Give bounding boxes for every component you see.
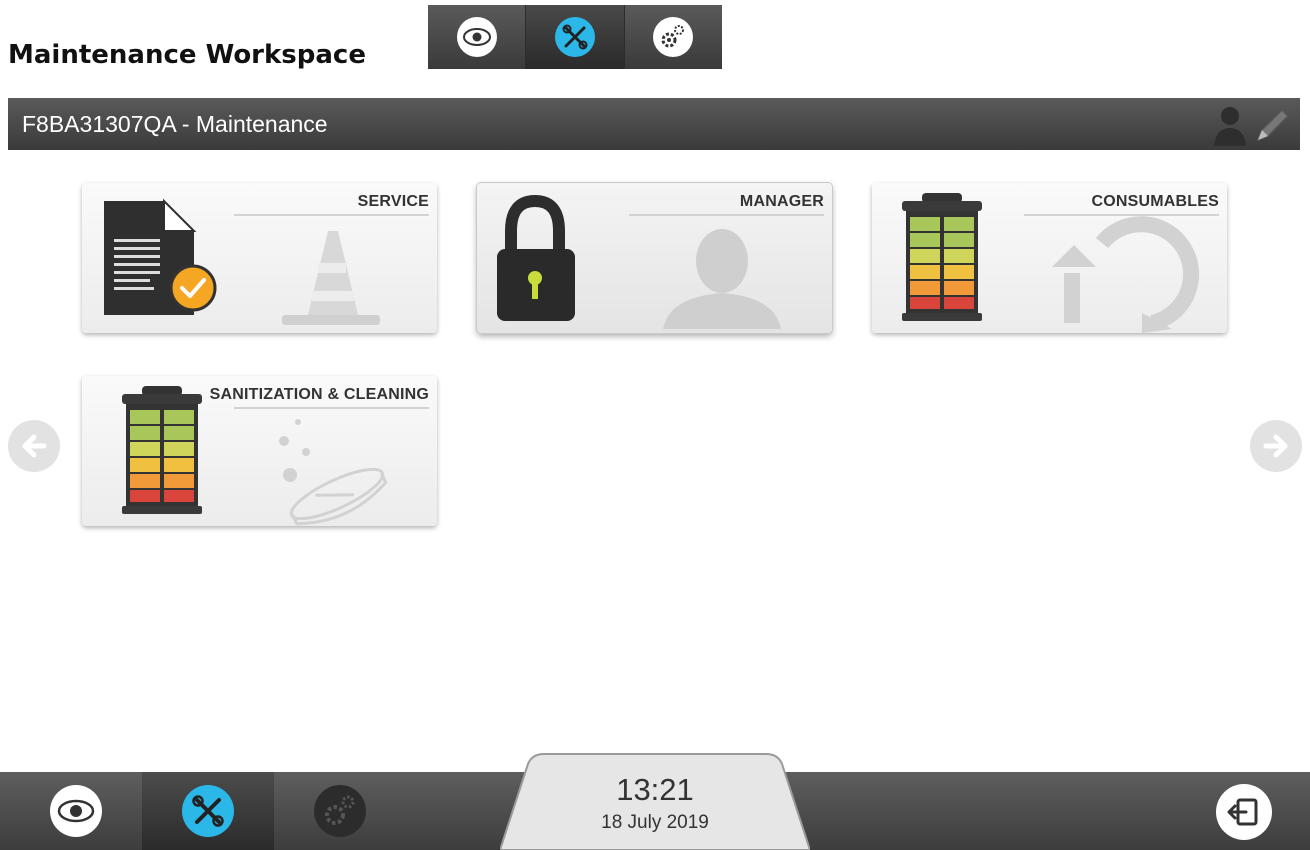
device-title: F8BA31307QA - Maintenance: [22, 110, 328, 137]
bottom-maintenance-button[interactable]: [142, 772, 274, 850]
next-page-button[interactable]: [1250, 420, 1302, 472]
page-title: Maintenance Workspace: [8, 40, 366, 70]
previous-page-button[interactable]: [8, 420, 60, 472]
mode-tab-settings[interactable]: [624, 5, 722, 69]
tile-sanitization-cleaning[interactable]: SANITIZATION & CLEANING: [82, 376, 437, 526]
tools-icon: [182, 785, 234, 837]
bottom-view-button[interactable]: [10, 772, 142, 850]
canister-levels-icon: [122, 386, 202, 514]
mode-tab-maintenance[interactable]: [526, 5, 625, 69]
tile-label: MANAGER: [739, 193, 824, 210]
gears-icon: [314, 785, 366, 837]
canister-levels-icon: [902, 193, 982, 321]
refresh-arrowhead: [1052, 245, 1096, 267]
person-silhouette-icon: [663, 229, 781, 329]
tile-divider: [234, 407, 429, 409]
tile-consumables[interactable]: CONSUMABLES: [872, 183, 1227, 333]
tile-label: SERVICE: [357, 193, 429, 210]
arrow-right-icon: [1263, 434, 1288, 458]
refresh-arrows-icon: [1064, 216, 1200, 331]
exit-button[interactable]: [1216, 784, 1272, 840]
device-header-bar: F8BA31307QA - Maintenance: [8, 98, 1300, 150]
eye-icon: [50, 785, 102, 837]
tile-divider: [234, 214, 429, 216]
tile-divider: [1024, 214, 1219, 216]
tile-label: SANITIZATION & CLEANING: [209, 386, 429, 403]
document-check-icon: [104, 198, 217, 315]
clock-time: 13:21: [616, 772, 694, 807]
arrow-left-icon: [22, 434, 47, 458]
user-icon[interactable]: [1210, 102, 1250, 146]
bottom-settings-button[interactable]: [274, 772, 406, 850]
tile-divider: [629, 214, 824, 216]
tile-manager[interactable]: MANAGER: [477, 183, 832, 333]
tools-icon: [554, 17, 595, 57]
eye-icon: [456, 17, 497, 57]
gears-icon: [653, 17, 694, 57]
clock-date: 18 July 2019: [601, 812, 709, 833]
tile-label: CONSUMABLES: [1091, 193, 1219, 210]
mode-tabs: [428, 5, 722, 69]
header-icons: [1210, 102, 1292, 146]
mode-tab-view[interactable]: [428, 5, 527, 69]
padlock-icon: [497, 194, 575, 321]
tablet-bubbles-icon: [279, 419, 388, 526]
exit-icon: [1227, 798, 1258, 826]
tile-service[interactable]: SERVICE: [82, 183, 437, 333]
traffic-cone-icon: [282, 231, 380, 325]
pencil-icon[interactable]: [1252, 102, 1292, 146]
